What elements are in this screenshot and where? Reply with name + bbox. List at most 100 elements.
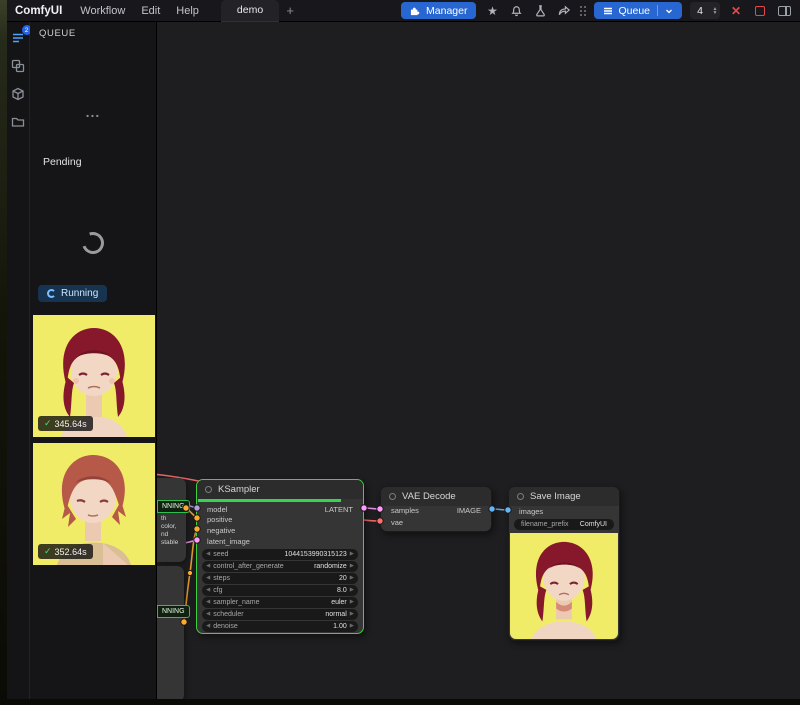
increment-arrow-icon[interactable]: ▶ bbox=[350, 575, 354, 581]
loading-spinner bbox=[78, 228, 107, 257]
menu-edit[interactable]: Edit bbox=[141, 5, 160, 17]
node-title-bar[interactable]: VAE Decode bbox=[381, 487, 491, 506]
widget-denoise[interactable]: ◀denoise1.00▶ bbox=[202, 621, 358, 632]
pending-section-label[interactable]: Pending bbox=[43, 156, 82, 168]
input-vae[interactable]: vae bbox=[391, 518, 403, 527]
running-status-chip: Running bbox=[38, 285, 107, 302]
input-positive[interactable]: positive bbox=[207, 515, 232, 524]
queue-panel-title: QUEUE bbox=[39, 28, 76, 39]
decrement-arrow-icon[interactable]: ◀ bbox=[206, 575, 210, 581]
collapse-dot-icon[interactable] bbox=[517, 493, 524, 500]
queue-result-thumbnail[interactable]: ✓ 345.64s bbox=[33, 315, 155, 437]
desktop-background: ComfyUI Workflow Edit Help demo + Manage… bbox=[0, 0, 800, 705]
queue-list-icon bbox=[603, 6, 613, 16]
save-image-widgets: filename_prefixComfyUI bbox=[514, 519, 614, 530]
chevron-down-icon[interactable] bbox=[665, 7, 673, 15]
queue-result-thumbnail[interactable]: ✓ 352.64s bbox=[33, 443, 155, 565]
queue-overflow-button[interactable]: ... bbox=[30, 104, 156, 120]
stop-square bbox=[755, 6, 765, 16]
preview-image bbox=[510, 533, 618, 639]
input-images[interactable]: images bbox=[519, 507, 543, 516]
collapse-dot-icon[interactable] bbox=[389, 493, 396, 500]
batch-count-stepper[interactable]: 4 ▲▼ bbox=[690, 2, 720, 19]
topbar-actions: Manager ★ Queue 4 ▲▼ ✕ bbox=[401, 2, 792, 19]
node-library-icon bbox=[11, 59, 25, 73]
increment-arrow-icon[interactable]: ▶ bbox=[350, 611, 354, 617]
panel-layout-glyph bbox=[778, 6, 791, 16]
cancel-run-icon[interactable]: ✕ bbox=[728, 3, 744, 19]
widget-sampler-name[interactable]: ◀sampler_nameeuler▶ bbox=[202, 597, 358, 608]
menu-workflow[interactable]: Workflow bbox=[80, 5, 125, 17]
input-latent-image[interactable]: latent_image bbox=[207, 537, 250, 546]
running-spinner-icon bbox=[47, 289, 56, 298]
running-badge: NNING bbox=[157, 500, 190, 513]
graph-canvas[interactable]: NNING th color, nd stable NNING KSampler… bbox=[157, 22, 800, 699]
node-title: KSampler bbox=[218, 484, 260, 495]
clip-text-encode-node-fragment[interactable]: NNING th color, nd stable bbox=[157, 478, 186, 562]
increment-arrow-icon[interactable]: ▶ bbox=[350, 623, 354, 629]
widget-seed[interactable]: ◀seed1044153990315123▶ bbox=[202, 549, 358, 560]
duration-badge: ✓ 352.64s bbox=[38, 544, 93, 559]
manager-button[interactable]: Manager bbox=[401, 2, 476, 19]
widget-filename-prefix[interactable]: filename_prefixComfyUI bbox=[514, 519, 614, 530]
sidebar-item-node-library[interactable] bbox=[10, 57, 27, 74]
duration-badge: ✓ 345.64s bbox=[38, 416, 93, 431]
button-divider bbox=[657, 5, 658, 16]
bell-icon[interactable] bbox=[508, 3, 524, 19]
sidebar-item-workflows[interactable] bbox=[10, 113, 27, 130]
ksampler-widgets: ◀seed1044153990315123▶ ◀control_after_ge… bbox=[202, 549, 358, 632]
menu-help[interactable]: Help bbox=[176, 5, 199, 17]
node-title-bar[interactable]: Save Image bbox=[509, 487, 619, 506]
running-label: Running bbox=[61, 288, 98, 299]
input-negative[interactable]: negative bbox=[207, 526, 235, 535]
increment-arrow-icon[interactable]: ▶ bbox=[350, 563, 354, 569]
running-badge: NNING bbox=[157, 605, 190, 618]
increment-arrow-icon[interactable]: ▶ bbox=[350, 551, 354, 557]
saved-image-preview[interactable] bbox=[510, 533, 618, 639]
stepper-arrows[interactable]: ▲▼ bbox=[710, 7, 720, 15]
decrement-arrow-icon[interactable]: ◀ bbox=[206, 623, 210, 629]
manager-label: Manager bbox=[426, 5, 467, 17]
node-ksampler[interactable]: KSampler model positive negative latent_… bbox=[196, 479, 364, 634]
batch-count-value: 4 bbox=[690, 5, 710, 17]
increment-arrow-icon[interactable]: ▶ bbox=[350, 587, 354, 593]
drag-grip-icon[interactable] bbox=[580, 6, 586, 16]
tab-demo[interactable]: demo bbox=[221, 0, 279, 22]
new-workflow-button[interactable]: + bbox=[279, 0, 301, 22]
prompt-text-fragment: th color, nd stable bbox=[161, 515, 178, 547]
model-library-icon bbox=[11, 87, 25, 101]
node-save-image[interactable]: Save Image images filename_prefixComfyUI bbox=[508, 486, 620, 641]
node-title: VAE Decode bbox=[402, 491, 456, 502]
input-samples[interactable]: samples bbox=[391, 506, 419, 515]
input-model[interactable]: model bbox=[207, 505, 227, 514]
node-fragment[interactable]: NNING bbox=[157, 566, 184, 699]
widget-steps[interactable]: ◀steps20▶ bbox=[202, 573, 358, 584]
widget-control-after-generate[interactable]: ◀control_after_generaterandomize▶ bbox=[202, 561, 358, 572]
node-title-bar[interactable]: KSampler bbox=[197, 480, 363, 499]
widget-cfg[interactable]: ◀cfg8.0▶ bbox=[202, 585, 358, 596]
share-icon[interactable] bbox=[556, 3, 572, 19]
sidebar-item-queue[interactable]: 2 bbox=[10, 29, 27, 46]
stop-icon[interactable] bbox=[752, 3, 768, 19]
decrement-arrow-icon[interactable]: ◀ bbox=[206, 611, 210, 617]
queue-run-button[interactable]: Queue bbox=[594, 2, 682, 19]
duration-text: 345.64s bbox=[55, 419, 87, 429]
output-latent[interactable]: LATENT bbox=[325, 505, 353, 514]
decrement-arrow-icon[interactable]: ◀ bbox=[206, 599, 210, 605]
widget-scheduler[interactable]: ◀schedulernormal▶ bbox=[202, 609, 358, 620]
check-icon: ✓ bbox=[44, 546, 52, 557]
decrement-arrow-icon[interactable]: ◀ bbox=[206, 563, 210, 569]
stepper-down-icon[interactable]: ▼ bbox=[713, 11, 718, 15]
toggle-panel-icon[interactable] bbox=[776, 3, 792, 19]
node-title: Save Image bbox=[530, 491, 581, 502]
sidebar-item-model-library[interactable] bbox=[10, 85, 27, 102]
decrement-arrow-icon[interactable]: ◀ bbox=[206, 587, 210, 593]
decrement-arrow-icon[interactable]: ◀ bbox=[206, 551, 210, 557]
workflows-folder-icon bbox=[11, 115, 25, 129]
collapse-dot-icon[interactable] bbox=[205, 486, 212, 493]
flask-icon[interactable] bbox=[532, 3, 548, 19]
output-image[interactable]: IMAGE bbox=[457, 506, 481, 515]
star-icon[interactable]: ★ bbox=[484, 3, 500, 19]
node-vae-decode[interactable]: VAE Decode samples vae IMAGE bbox=[380, 486, 492, 532]
increment-arrow-icon[interactable]: ▶ bbox=[350, 599, 354, 605]
